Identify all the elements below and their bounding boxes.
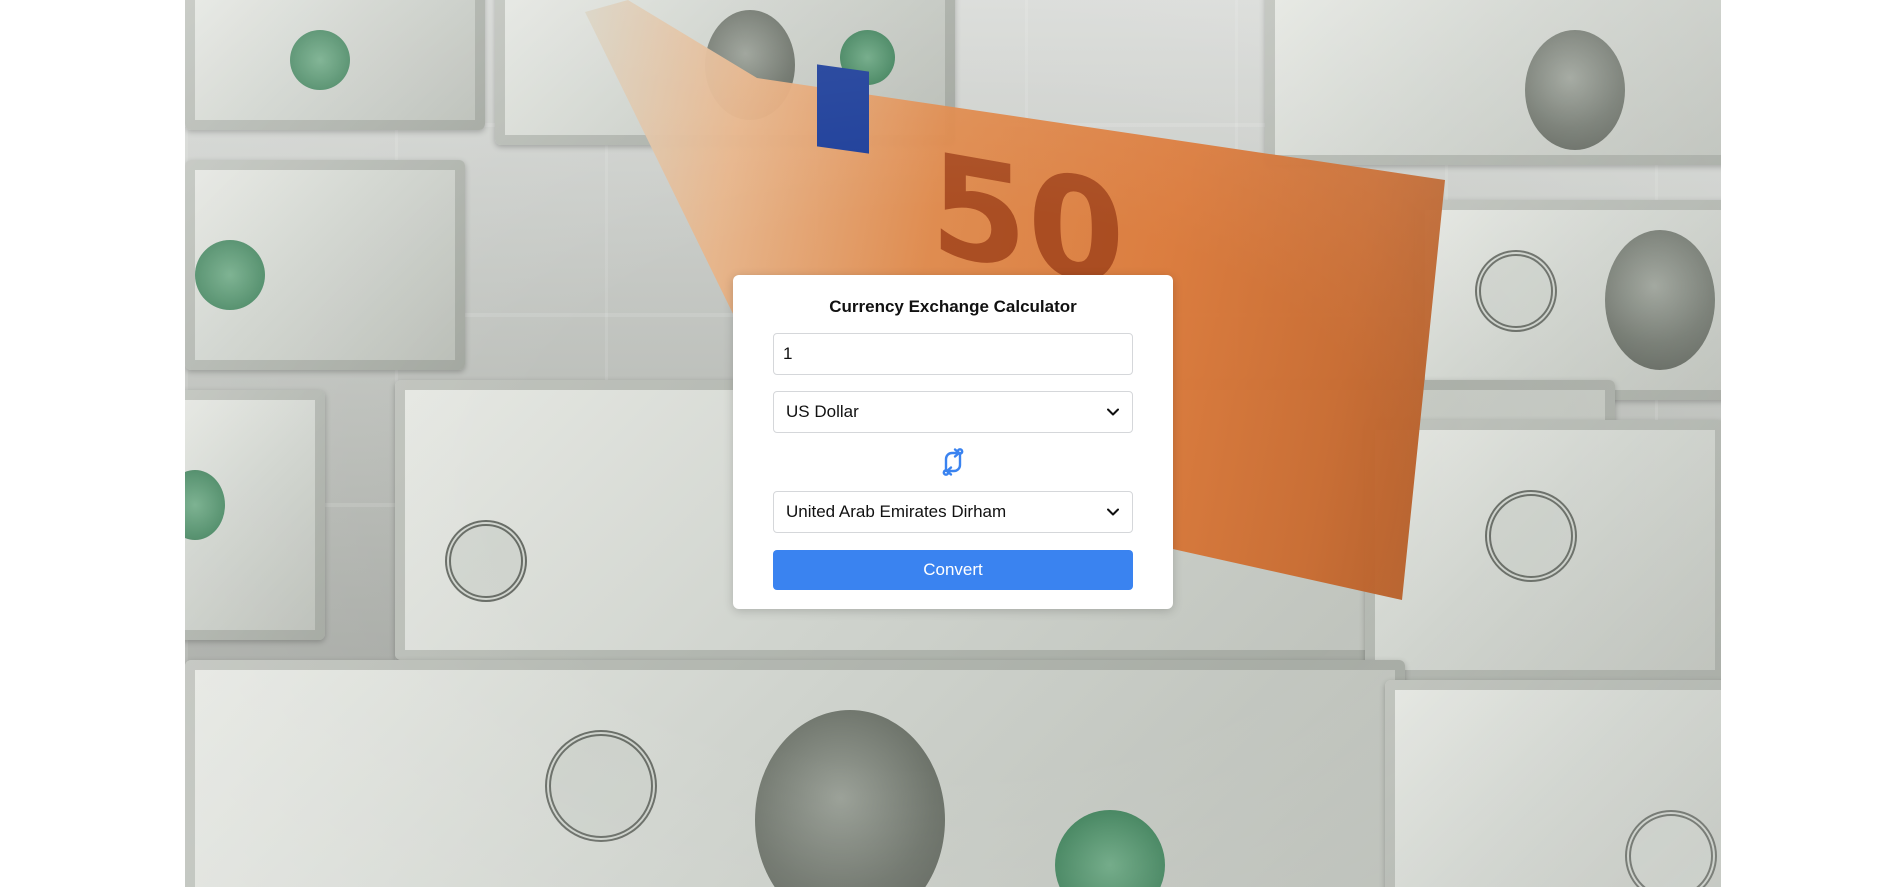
chevron-down-icon xyxy=(1106,505,1120,519)
to-currency-select[interactable]: United Arab Emirates Dirham xyxy=(773,491,1133,533)
swap-arrows-icon[interactable] xyxy=(938,447,968,477)
convert-button[interactable]: Convert xyxy=(773,550,1133,590)
from-currency-select[interactable]: US Dollar xyxy=(773,391,1133,433)
calculator-title: Currency Exchange Calculator xyxy=(829,297,1077,316)
swap-row xyxy=(773,433,1133,491)
chevron-down-icon xyxy=(1106,405,1120,419)
page: 50 Currency Exchange Calculator US Dolla… xyxy=(0,0,1900,887)
currency-calculator-card: Currency Exchange Calculator US Dollar xyxy=(733,275,1173,609)
to-currency-value: United Arab Emirates Dirham xyxy=(786,502,1007,521)
amount-input[interactable] xyxy=(773,333,1133,375)
from-currency-value: US Dollar xyxy=(786,402,859,421)
